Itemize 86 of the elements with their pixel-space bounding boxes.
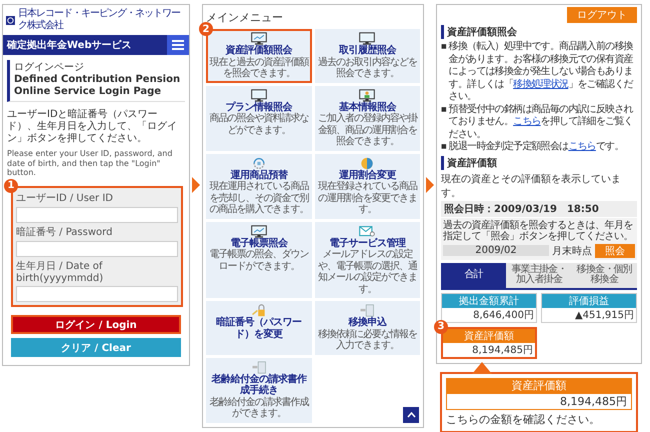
tile-description: ご加入者の登録内容や掛金額、商品の運用割合を照会できます。 <box>318 113 417 148</box>
callout-pointer <box>472 362 492 374</box>
tile-description: 電子帳票の照会、ダウンロードができます。 <box>209 249 308 272</box>
menu-button[interactable] <box>167 35 189 55</box>
monitor-icon <box>250 88 268 102</box>
logo-icon <box>6 14 15 26</box>
page-title: ログインページ <box>14 61 85 74</box>
person-monitor-icon <box>358 88 376 102</box>
notice-text: 移換（転入）処理中です。商品購入前の移換金があります。お客様の移換元での保有資産によっては移換金が発生しない場合もあります。詳しくは「移換処理状況」をご確認ください。 <box>448 41 634 104</box>
menu-tile[interactable]: 電子帳票照会 電子帳票の照会、ダウンロードができます。 <box>206 222 312 298</box>
tile-title: 運用割合変更 <box>338 170 396 181</box>
callout-title: 資産評価額 <box>446 378 632 392</box>
card-title: 拠出金額累計 <box>442 294 536 308</box>
menu-tile[interactable]: 移換申込 移換依頼に必要な情報を入力できます。 <box>314 301 420 354</box>
tile-title: 老齢給付金の請求書作成手続き <box>210 374 308 396</box>
tile-description: 過去のお取引内容などを照会できます。 <box>318 56 417 80</box>
step-badge: 1 <box>4 178 18 193</box>
tile-title: プラン情報照会 <box>226 102 292 112</box>
card-value: 8,646,400円 <box>472 308 535 322</box>
tile-description: 現在と過去の資産評価額を照会できます。 <box>209 56 308 80</box>
mail-icon <box>358 224 376 238</box>
arrow-icon <box>426 174 434 196</box>
menu-tile[interactable]: 取引履歴照会 過去のお取引内容などを照会できます。 <box>314 29 420 82</box>
callout-value: 8,194,485円 <box>446 392 632 410</box>
past-inquiry-note: 過去の資産評価額を照会するときは、年月を指定して「照会」ボタンを押してください。 <box>443 220 634 242</box>
chart-monitor-icon <box>250 32 268 45</box>
card-value: ▲451,915円 <box>574 308 635 322</box>
notice-text: 脱退一時金判定予定額照会はこちらです。 <box>448 141 624 154</box>
tile-title: 電子帳票照会 <box>230 238 288 248</box>
description-text: 現在の資産とその評価額を表示しています。 <box>441 172 622 200</box>
field-label: 生年月日 / Date of birth(yyyymmdd) <box>16 260 104 284</box>
login-button[interactable]: ログイン / Login <box>11 314 181 334</box>
instruction-text: ユーザーIDと暗証番号（パスワード）、生年月日を入力して、「ログイン」ボタンを押してください。 <box>7 109 178 145</box>
service-title: 確定拠出年金Webサービス <box>7 38 132 52</box>
chevron-up-icon <box>406 412 416 418</box>
tab[interactable]: 移換金・個別移換金 <box>572 262 637 288</box>
menu-tile[interactable]: プラン情報照会 商品の照会や資料請求などができます。 <box>206 86 312 150</box>
document-icon <box>250 360 268 374</box>
menu-title: メインメニュー <box>206 10 284 24</box>
menu-tile[interactable]: 暗証番号（パスワード）を変更 <box>206 301 312 354</box>
month-select[interactable]: 2009/02 <box>443 245 549 256</box>
menu-tile[interactable]: 電子サービス管理 メールアドレスの設定や、電子帳票の選択、通知メールの設定ができます。 <box>314 222 420 298</box>
input-field[interactable] <box>16 286 178 302</box>
chart-monitor-icon <box>250 224 268 238</box>
tile-title: 運用商品預替 <box>230 170 288 181</box>
month-suffix: 月末時点 <box>552 244 592 258</box>
tile-description: メールアドレスの設定や、電子帳票の選択、通知メールの設定ができます。 <box>318 249 417 295</box>
notice-text: 預替受付中の銘柄は商品毎の内訳に反映されておりません。こちらを押して詳細をご覧ください。 <box>448 104 634 140</box>
tile-title: 電子サービス管理 <box>329 238 406 248</box>
tile-title: 取引履歴照会 <box>338 45 396 56</box>
section-heading: 資産評価額 <box>441 156 637 170</box>
input-field[interactable] <box>16 206 178 223</box>
callout-message: こちらの金額を確認ください。 <box>446 412 601 426</box>
menu-tile[interactable]: 基本情報照会 ご加入者の登録内容や掛金額、商品の運用割合を照会できます。 <box>314 86 420 150</box>
tab[interactable]: 事業主掛金・加入者掛金 <box>506 262 572 288</box>
menu-tile[interactable]: 老齢給付金の請求書作成手続き 老齢給付金の請求書作成ができます。 <box>206 358 312 422</box>
instruction-text-english: Please enter your User ID, password, and date of birth, and then tap the "Login" button. <box>7 149 174 178</box>
monitor-icon <box>358 32 376 45</box>
step-badge: 2 <box>199 22 213 36</box>
menu-icon <box>172 40 184 50</box>
section-heading: 資産評価額照会 <box>441 25 637 39</box>
arrow-icon <box>192 174 200 196</box>
tile-description: 商品の照会や資料請求などができます。 <box>209 113 308 136</box>
tile-description: 現在運用されている商品を売却し、その資金で別の商品を購入できます。 <box>209 181 308 216</box>
tile-title: 資産評価額照会 <box>226 45 292 56</box>
step-badge: 3 <box>434 320 448 334</box>
scroll-to-top-button[interactable] <box>403 407 419 423</box>
menu-tile[interactable]: 運用商品預替 現在運用されている商品を売却し、その資金で別の商品を購入できます。 <box>206 154 312 218</box>
card-value: 8,194,485円 <box>471 344 534 356</box>
tile-description: 移換依頼に必要な情報を入力できます。 <box>318 328 417 352</box>
card-title: 資産評価額 <box>443 328 535 342</box>
tile-title: 移換申込 <box>348 317 386 328</box>
menu-tile[interactable]: 運用割合変更 現在登録されている商品の運用割合を変更できます。 <box>314 154 420 218</box>
card-title: 評価損益 <box>542 294 636 308</box>
tile-title: 暗証番号（パスワード）を変更 <box>215 317 302 340</box>
tile-description: 老齢給付金の請求書作成ができます。 <box>209 396 308 420</box>
document-icon <box>358 304 376 317</box>
page-title-english: Defined Contribution Pension Online Service Login Page <box>14 74 182 98</box>
field-label: 暗証番号 / Password <box>16 226 114 239</box>
tile-title: 基本情報照会 <box>338 102 396 112</box>
company-name: 日本レコード・キーピング・ネットワーク株式会社 <box>18 8 182 32</box>
input-field[interactable] <box>16 240 178 257</box>
tile-description: 現在登録されている商品の運用割合を変更できます。 <box>318 181 417 216</box>
field-label: ユーザーID / User ID <box>16 192 114 205</box>
inquiry-datetime: 照会日時：2009/03/19 18:50 <box>441 200 637 216</box>
tab[interactable]: 合計 <box>441 262 506 288</box>
